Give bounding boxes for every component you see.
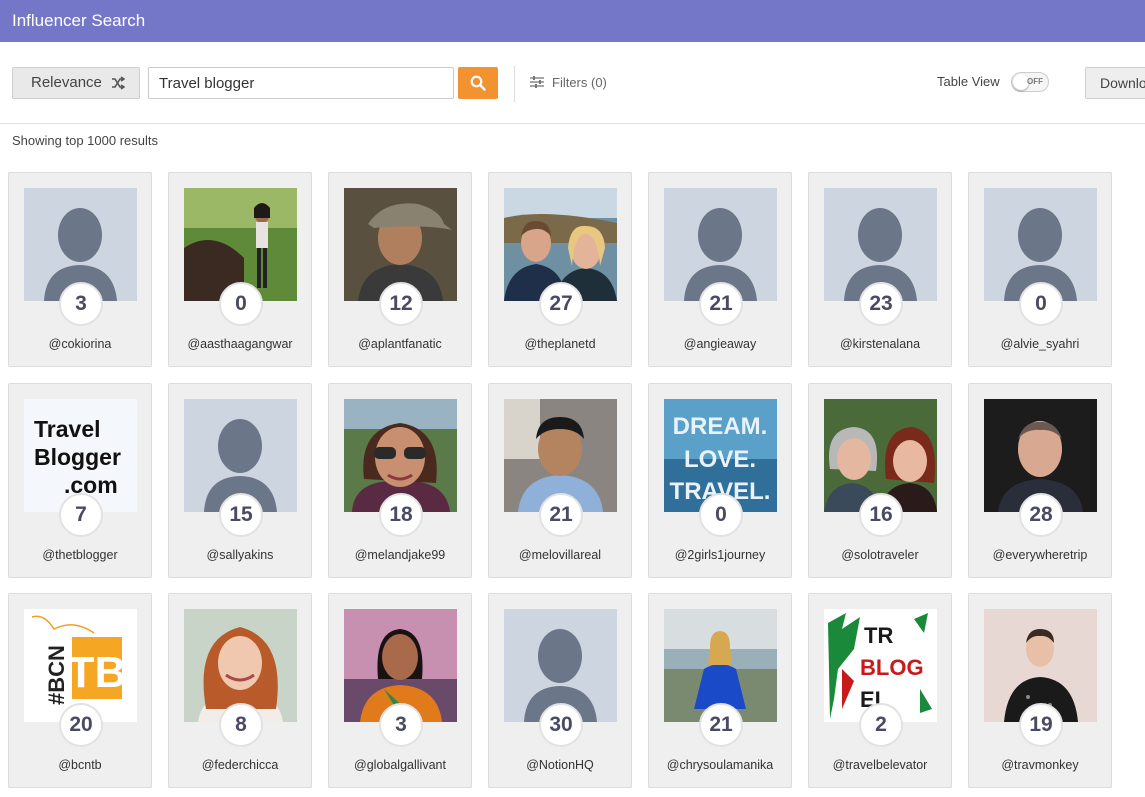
download-label: Downlo	[1100, 75, 1145, 91]
influencer-handle[interactable]: @melovillareal	[489, 548, 631, 562]
svg-text:Blogger: Blogger	[34, 444, 121, 470]
influencer-card[interactable]: 0 @alvie_syahri	[968, 172, 1112, 367]
score-badge: 3	[59, 282, 103, 326]
score-badge: 21	[539, 493, 583, 537]
score-badge: 3	[379, 703, 423, 747]
influencer-card[interactable]: 21 @chrysoulamanika	[648, 593, 792, 788]
score-badge: 30	[539, 703, 583, 747]
svg-text:BLOG: BLOG	[860, 655, 924, 680]
search-icon	[470, 75, 486, 91]
score-badge: 18	[379, 493, 423, 537]
svg-text:Travel: Travel	[34, 416, 101, 442]
influencer-handle[interactable]: @angieaway	[649, 337, 791, 351]
influencer-handle[interactable]: @everywheretrip	[969, 548, 1111, 562]
toolbar-divider	[514, 66, 515, 102]
influencer-card[interactable]: 28 @everywheretrip	[968, 383, 1112, 578]
influencer-handle[interactable]: @thetblogger	[9, 548, 151, 562]
score-badge: 0	[219, 282, 263, 326]
influencer-card[interactable]: 21 @angieaway	[648, 172, 792, 367]
influencer-handle[interactable]: @travmonkey	[969, 758, 1111, 772]
influencer-handle[interactable]: @bcntb	[9, 758, 151, 772]
influencer-handle[interactable]: @melandjake99	[329, 548, 471, 562]
score-badge: 27	[539, 282, 583, 326]
influencer-card[interactable]: 21 @melovillareal	[488, 383, 632, 578]
results-count: Showing top 1000 results	[12, 133, 158, 148]
sort-relevance-button[interactable]: Relevance	[12, 67, 140, 99]
score-badge: 21	[699, 703, 743, 747]
influencer-handle[interactable]: @aplantfanatic	[329, 337, 471, 351]
sliders-icon	[530, 76, 544, 91]
influencer-card[interactable]: TB #BCN 20 @bcntb	[8, 593, 152, 788]
influencer-handle[interactable]: @theplanetd	[489, 337, 631, 351]
score-badge: 21	[699, 282, 743, 326]
score-badge: 12	[379, 282, 423, 326]
influencer-handle[interactable]: @2girls1journey	[649, 548, 791, 562]
score-badge: 0	[1019, 282, 1063, 326]
svg-text:#BCN: #BCN	[44, 645, 69, 705]
influencer-handle[interactable]: @sallyakins	[169, 548, 311, 562]
toggle-state: OFF	[1027, 77, 1043, 86]
influencer-card[interactable]: 3 @globalgallivant	[328, 593, 472, 788]
score-badge: 7	[59, 493, 103, 537]
filters-button[interactable]: Filters (0)	[530, 75, 607, 91]
app-header: Influencer Search	[0, 0, 1145, 42]
filters-label: Filters (0)	[552, 75, 607, 90]
influencer-card[interactable]: 15 @sallyakins	[168, 383, 312, 578]
score-badge: 19	[1019, 703, 1063, 747]
score-badge: 28	[1019, 493, 1063, 537]
influencer-card[interactable]: 23 @kirstenalana	[808, 172, 952, 367]
svg-text:DREAM.: DREAM.	[673, 413, 768, 440]
influencer-card[interactable]: 30 @NotionHQ	[488, 593, 632, 788]
influencer-handle[interactable]: @globalgallivant	[329, 758, 471, 772]
influencer-card[interactable]: 19 @travmonkey	[968, 593, 1112, 788]
influencer-card[interactable]: 18 @melandjake99	[328, 383, 472, 578]
score-badge: 16	[859, 493, 903, 537]
svg-text:TB: TB	[68, 648, 127, 697]
influencer-handle[interactable]: @NotionHQ	[489, 758, 631, 772]
score-badge: 15	[219, 493, 263, 537]
table-view-label: Table View	[937, 74, 1000, 89]
influencer-handle[interactable]: @travelbelevator	[809, 758, 951, 772]
influencer-card[interactable]: 27 @theplanetd	[488, 172, 632, 367]
shuffle-icon	[111, 68, 126, 108]
score-badge: 0	[699, 493, 743, 537]
score-badge: 23	[859, 282, 903, 326]
influencer-handle[interactable]: @alvie_syahri	[969, 337, 1111, 351]
influencer-handle[interactable]: @chrysoulamanika	[649, 758, 791, 772]
search-button[interactable]	[458, 67, 498, 99]
influencer-card[interactable]: TR BLOG EL 2 @travelbelevator	[808, 593, 952, 788]
download-button[interactable]: Downlo	[1085, 67, 1145, 99]
svg-text:LOVE.: LOVE.	[684, 446, 756, 473]
influencer-card[interactable]: 3 @cokiorina	[8, 172, 152, 367]
score-badge: 2	[859, 703, 903, 747]
search-input[interactable]	[148, 67, 454, 99]
sort-label: Relevance	[31, 74, 102, 91]
influencer-card[interactable]: 12 @aplantfanatic	[328, 172, 472, 367]
influencer-handle[interactable]: @kirstenalana	[809, 337, 951, 351]
influencer-handle[interactable]: @federchicca	[169, 758, 311, 772]
search-toolbar: Relevance Filters (0) Table View OFF Dow…	[0, 42, 1145, 124]
influencer-card[interactable]: DREAM. LOVE. TRAVEL. 0 @2girls1journey	[648, 383, 792, 578]
influencer-handle[interactable]: @aasthaagangwar	[169, 337, 311, 351]
influencer-handle[interactable]: @cokiorina	[9, 337, 151, 351]
influencer-card[interactable]: Travel Blogger .com 7 @thetblogger	[8, 383, 152, 578]
score-badge: 8	[219, 703, 263, 747]
table-view-toggle[interactable]: OFF	[1011, 72, 1049, 92]
influencer-handle[interactable]: @solotraveler	[809, 548, 951, 562]
score-badge: 20	[59, 703, 103, 747]
app-title: Influencer Search	[12, 11, 146, 30]
influencer-card[interactable]: 16 @solotraveler	[808, 383, 952, 578]
svg-text:TR: TR	[864, 623, 893, 648]
influencer-card[interactable]: 0 @aasthaagangwar	[168, 172, 312, 367]
influencer-card[interactable]: 8 @federchicca	[168, 593, 312, 788]
